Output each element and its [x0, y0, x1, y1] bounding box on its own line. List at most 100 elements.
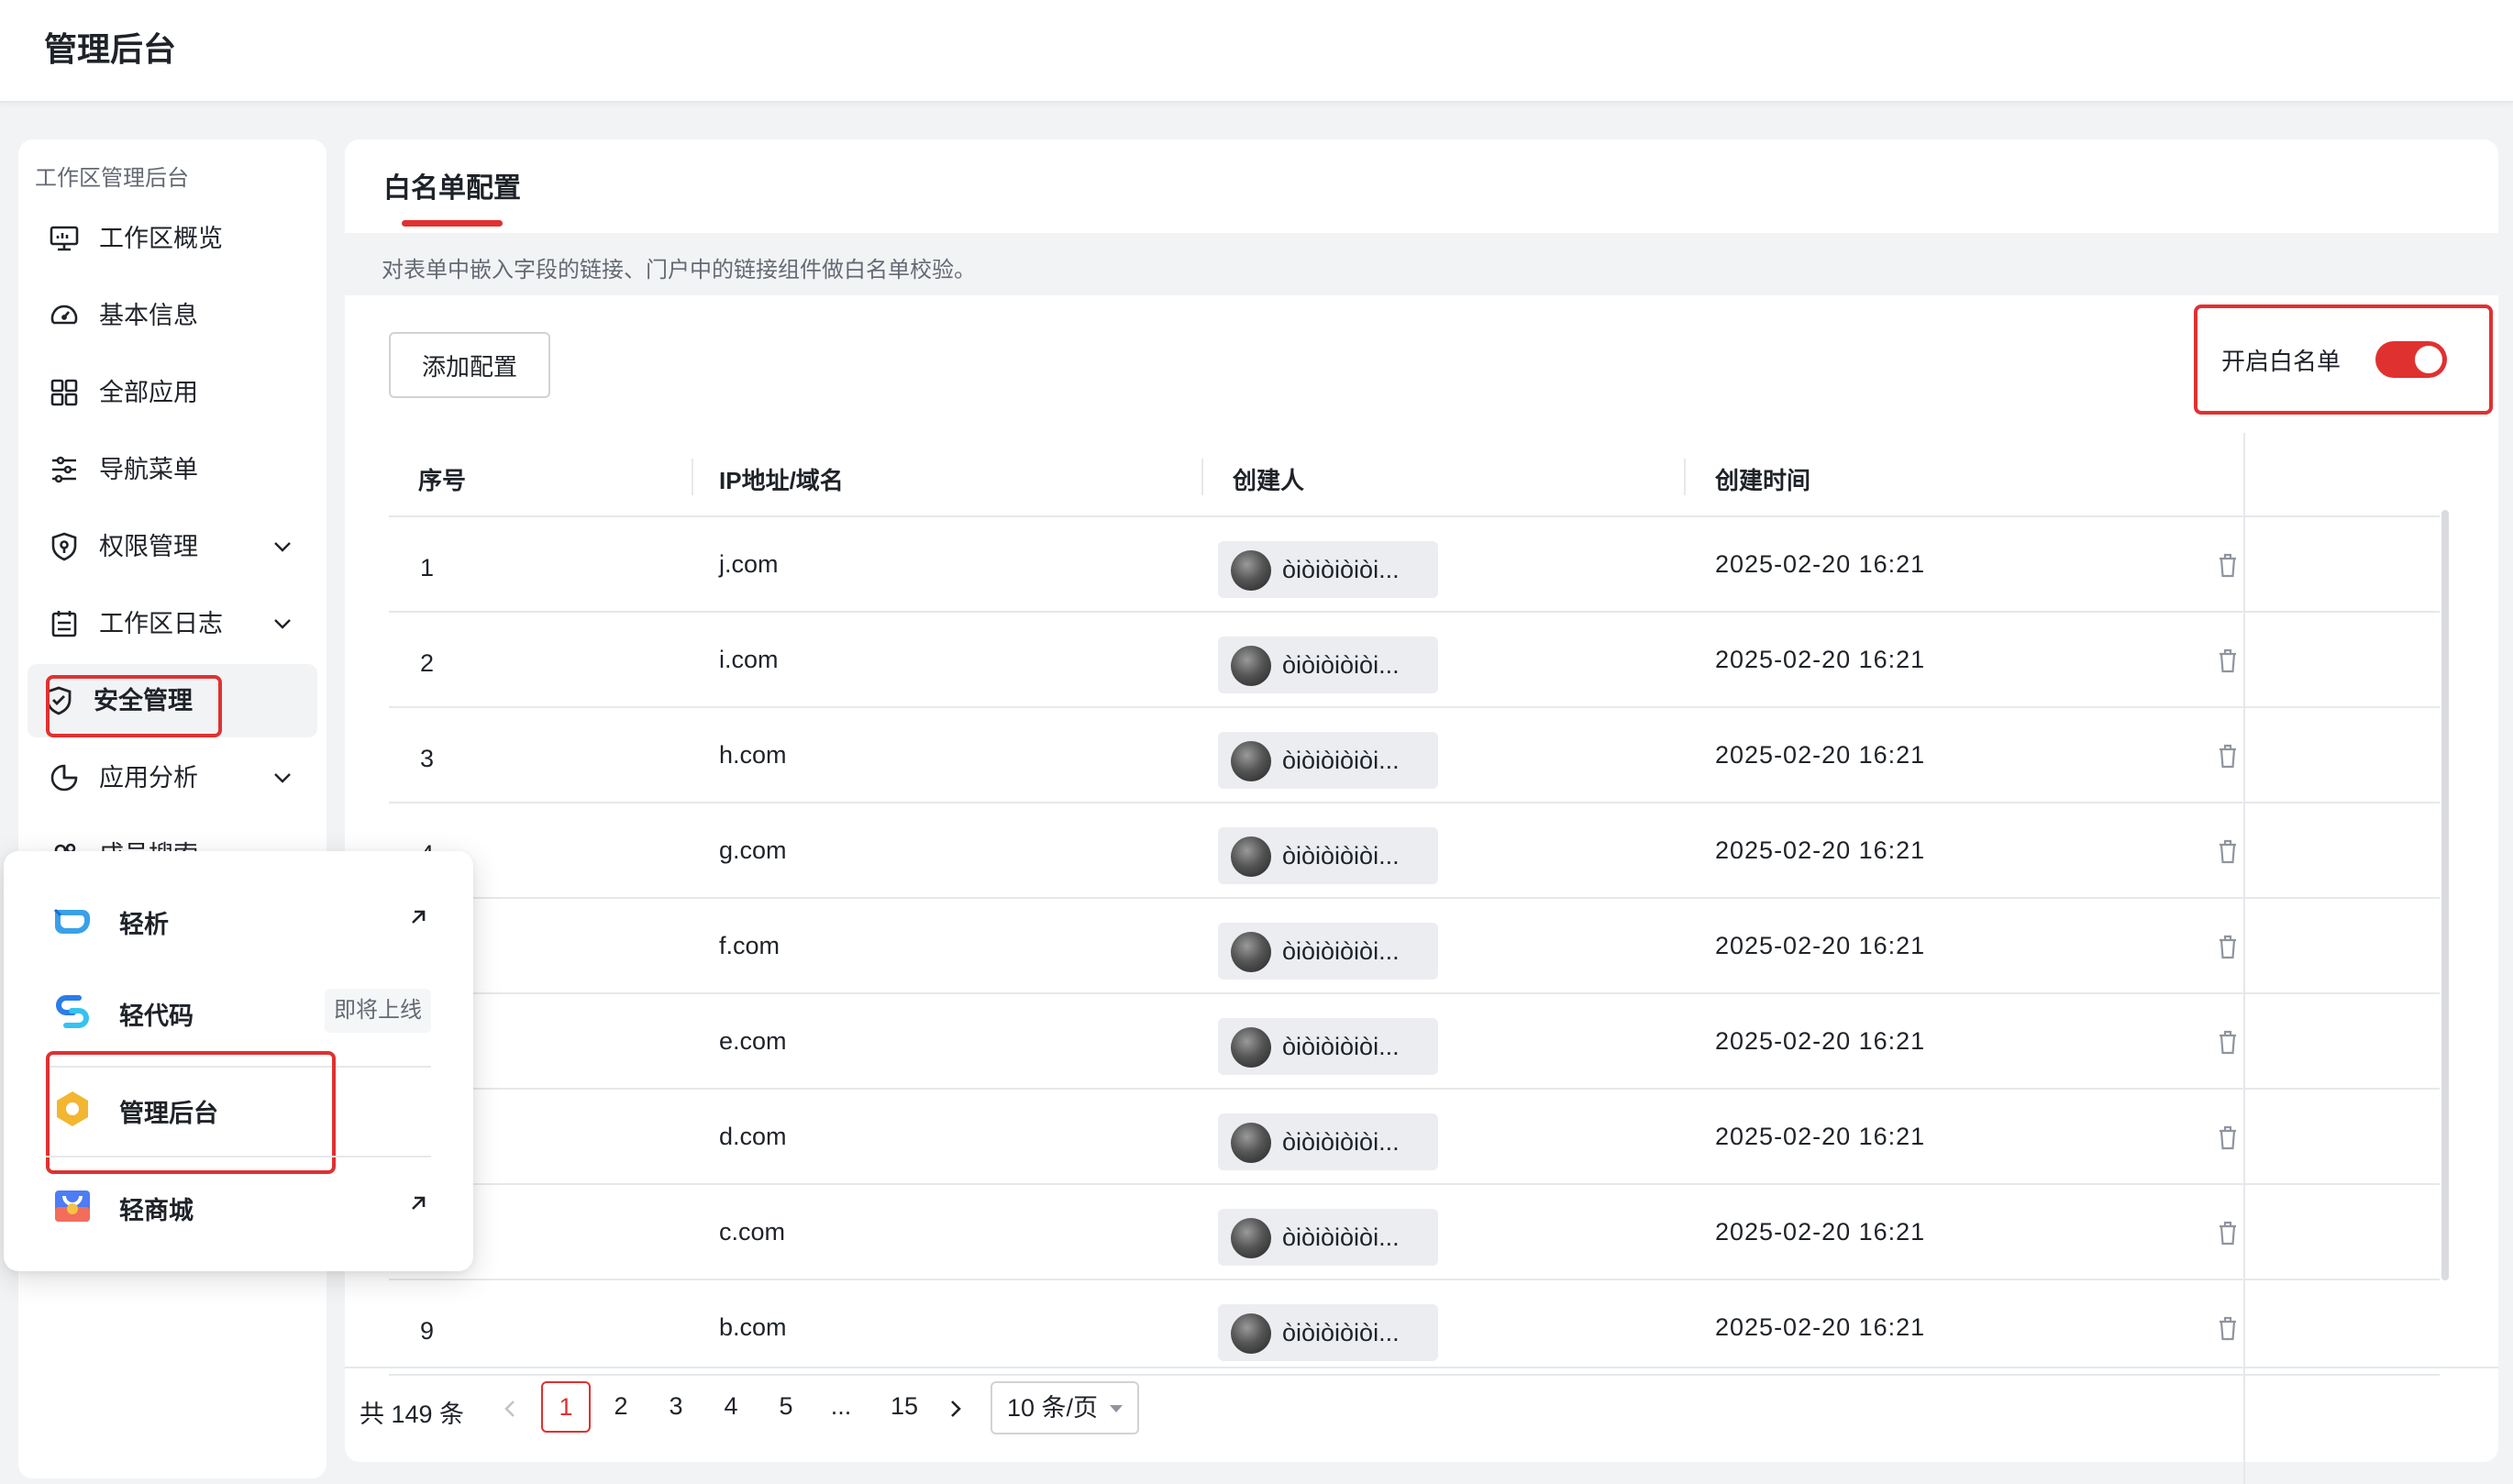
prev-page-icon[interactable] — [497, 1392, 523, 1425]
creator-chip[interactable]: òiòiòiòiòi... — [1218, 923, 1438, 980]
creator-chip[interactable]: òiòiòiòiòi... — [1218, 637, 1438, 693]
highlight-box-security — [46, 675, 222, 737]
header-separator — [692, 459, 693, 495]
page-4[interactable]: 4 — [706, 1381, 756, 1433]
avatar — [1231, 1027, 1271, 1068]
pagination: 共 149 条 1 2 3 4 5 ... 15 10 条/页 — [345, 1367, 2498, 1451]
external-link-icon — [405, 1191, 431, 1216]
trash-icon[interactable] — [2214, 836, 2242, 866]
creator-chip[interactable]: òiòiòiòiòi... — [1218, 1018, 1438, 1075]
creator-chip[interactable]: òiòiòiòiòi... — [1218, 827, 1438, 884]
table-row: 3 h.com òiòiòiòiòi... 2025-02-20 16:21 — [389, 708, 2440, 803]
creator-name: òiòiòiòiòi... — [1282, 842, 1400, 869]
avatar — [1231, 646, 1271, 686]
dashboard-icon — [48, 299, 81, 332]
sidebar-item-app-analysis[interactable]: 应用分析 — [28, 741, 317, 814]
popover-item-qingxi[interactable]: 轻析 — [46, 873, 431, 965]
cell-ip: h.com — [719, 741, 787, 769]
chevron-down-icon[interactable] — [270, 765, 295, 791]
sidebar-item-overview[interactable]: 工作区概览 — [28, 202, 317, 275]
sidebar-item-nav-menu[interactable]: 导航菜单 — [28, 433, 317, 506]
page-3[interactable]: 3 — [651, 1381, 701, 1433]
sidebar-item-label: 全部应用 — [99, 379, 198, 406]
sidebar-item-label: 权限管理 — [99, 533, 198, 560]
trash-icon[interactable] — [2214, 1123, 2242, 1152]
popover-item-qingdaima[interactable]: 轻代码 即将上线 — [46, 965, 431, 1057]
sliders-icon — [48, 453, 81, 486]
page-15[interactable]: 15 — [875, 1381, 934, 1433]
sidebar-item-workspace-log[interactable]: 工作区日志 — [28, 587, 317, 660]
creator-name: òiòiòiòiòi... — [1282, 556, 1400, 583]
header-index: 序号 — [418, 467, 467, 494]
page-5[interactable]: 5 — [761, 1381, 811, 1433]
creator-chip[interactable]: òiòiòiòiòi... — [1218, 732, 1438, 789]
sidebar-item-basic-info[interactable]: 基本信息 — [28, 279, 317, 352]
add-config-button[interactable]: 添加配置 — [389, 332, 550, 398]
workspace-title: 工作区管理后台 — [35, 166, 189, 191]
next-page-icon[interactable] — [943, 1392, 969, 1425]
header-separator — [1684, 459, 1686, 495]
creator-chip[interactable]: òiòiòiòiòi... — [1218, 1304, 1438, 1361]
chevron-down-icon[interactable] — [270, 611, 295, 637]
avatar — [1231, 1123, 1271, 1163]
cell-ip: f.com — [719, 932, 780, 959]
cell-time: 2025-02-20 16:21 — [1715, 1123, 1926, 1150]
creator-chip[interactable]: òiòiòiòiòi... — [1218, 1113, 1438, 1170]
trash-icon[interactable] — [2214, 1218, 2242, 1247]
trash-icon[interactable] — [2214, 1313, 2242, 1343]
trash-icon[interactable] — [2214, 646, 2242, 675]
table-header: 序号 IP地址/域名 创建人 创建时间 — [389, 433, 2440, 517]
cell-index: 3 — [420, 745, 435, 772]
page-size-value: 10 条/页 — [1007, 1394, 1099, 1422]
header-ip: IP地址/域名 — [719, 467, 844, 494]
cell-ip: d.com — [719, 1123, 787, 1150]
avatar — [1231, 741, 1271, 781]
popover-item-label: 轻代码 — [119, 1002, 194, 1030]
sidebar-item-all-apps[interactable]: 全部应用 — [28, 356, 317, 429]
cell-time: 2025-02-20 16:21 — [1715, 1218, 1926, 1246]
cell-time: 2025-02-20 16:21 — [1715, 741, 1926, 769]
popover-divider — [46, 1156, 431, 1157]
chevron-down-icon[interactable] — [270, 534, 295, 559]
qingxi-logo-icon — [51, 899, 94, 941]
cell-time: 2025-02-20 16:21 — [1715, 1027, 1926, 1055]
table-scrollbar[interactable] — [2441, 510, 2449, 1280]
shield-pin-icon — [48, 530, 81, 563]
trash-icon[interactable] — [2214, 741, 2242, 770]
creator-chip[interactable]: òiòiòiòiòi... — [1218, 541, 1438, 598]
page-1[interactable]: 1 — [541, 1381, 591, 1433]
cell-index: 1 — [420, 554, 435, 581]
avatar — [1231, 1218, 1271, 1258]
cell-ip: i.com — [719, 646, 779, 673]
sidebar-item-label: 基本信息 — [99, 302, 198, 329]
qingdaima-logo-icon — [51, 991, 94, 1033]
page-size-select[interactable]: 10 条/页 — [991, 1381, 1139, 1434]
creator-name: òiòiòiòiòi... — [1282, 1128, 1400, 1156]
page-2[interactable]: 2 — [596, 1381, 646, 1433]
sidebar-item-label: 工作区概览 — [99, 225, 223, 252]
page-ellipsis[interactable]: ... — [816, 1381, 866, 1433]
popover-item-shop[interactable]: 轻商城 — [46, 1159, 431, 1251]
table-row: 1 j.com òiòiòiòiòi... 2025-02-20 16:21 — [389, 517, 2440, 613]
header-separator — [1201, 459, 1203, 495]
calendar-icon — [48, 607, 81, 640]
cell-time: 2025-02-20 16:21 — [1715, 1313, 1926, 1341]
trash-icon[interactable] — [2214, 1027, 2242, 1057]
table-row: 7d.comòiòiòiòiòi...2025-02-20 16:21 — [389, 1090, 2440, 1185]
table-body: 1 j.com òiòiòiòiòi... 2025-02-20 16:21 2 i.co… — [389, 517, 2440, 1376]
sidebar-item-permissions[interactable]: 权限管理 — [28, 510, 317, 583]
trash-icon[interactable] — [2214, 932, 2242, 961]
description-text: 对表单中嵌入字段的链接、门户中的链接组件做白名单校验。 — [382, 258, 976, 282]
cell-time: 2025-02-20 16:21 — [1715, 646, 1926, 673]
sidebar-item-label: 工作区日志 — [99, 610, 223, 637]
creator-chip[interactable]: òiòiòiòiòi... — [1218, 1209, 1438, 1266]
trash-icon[interactable] — [2214, 550, 2242, 580]
page-title: 白名单配置 — [383, 173, 521, 204]
popover-item-label: 轻商城 — [119, 1197, 194, 1224]
creator-name: òiòiòiòiòi... — [1282, 1224, 1400, 1251]
cell-index: 9 — [420, 1317, 435, 1345]
cell-ip: b.com — [719, 1313, 787, 1341]
header-time: 创建时间 — [1715, 467, 1811, 494]
creator-name: òiòiòiòiòi... — [1282, 937, 1400, 965]
cell-ip: e.com — [719, 1027, 787, 1055]
